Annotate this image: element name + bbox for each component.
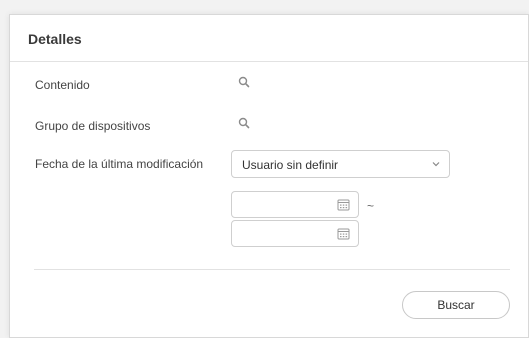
- device-group-search-icon[interactable]: [238, 117, 250, 129]
- divider: [34, 269, 510, 270]
- end-date-input[interactable]: [231, 220, 359, 247]
- start-date-input[interactable]: [231, 191, 359, 218]
- content-label: Contenido: [35, 78, 90, 92]
- date-range-separator: ~: [367, 199, 375, 213]
- calendar-icon[interactable]: [337, 198, 350, 211]
- panel-title: Detalles: [28, 31, 82, 47]
- device-group-label: Grupo de dispositivos: [35, 119, 151, 133]
- content-search-icon[interactable]: [238, 76, 250, 88]
- search-button[interactable]: Buscar: [402, 291, 510, 319]
- last-modified-select-value: Usuario sin definir: [242, 158, 339, 172]
- chevron-down-icon: [432, 162, 440, 167]
- panel-header: Detalles: [10, 15, 528, 62]
- calendar-icon[interactable]: [337, 227, 350, 240]
- last-modified-select[interactable]: Usuario sin definir: [231, 150, 450, 178]
- last-modified-label: Fecha de la última modificación: [35, 157, 204, 171]
- details-panel: Detalles Contenido Grupo de dispositivos…: [9, 14, 529, 338]
